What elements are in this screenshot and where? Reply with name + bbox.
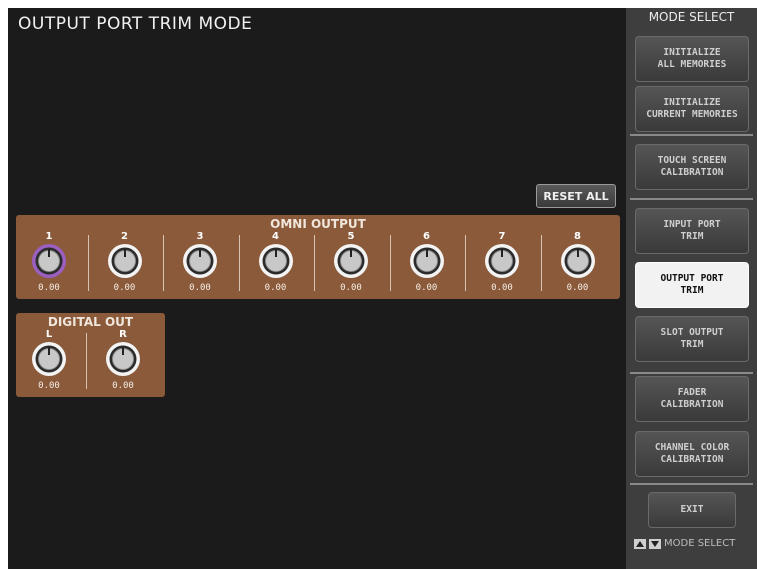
channel-number: 6: [423, 231, 430, 242]
channel-divider: [314, 235, 315, 291]
screen: OUTPUT PORT TRIM MODE RESET ALL OMNI OUT…: [8, 8, 757, 569]
mode-button-channel-color-calibration[interactable]: CHANNEL COLOR CALIBRATION: [635, 431, 749, 477]
omni-channel-4[interactable]: 4 0.00: [243, 231, 309, 297]
omni-channel-8[interactable]: 8 0.00: [545, 231, 611, 297]
channel-number: L: [45, 329, 53, 340]
trim-value: 0.00: [113, 283, 136, 293]
trim-knob-icon[interactable]: [107, 243, 143, 279]
omni-channel-3[interactable]: 3 0.00: [167, 231, 233, 297]
omni-output-panel: OMNI OUTPUT 1 0.00 2 0.00 3 0.00 4 0.00 5 0.00 6 0.…: [16, 215, 620, 299]
mode-button-fader-calibration[interactable]: FADER CALIBRATION: [635, 376, 749, 422]
sidebar-divider: [630, 372, 753, 374]
reset-all-button[interactable]: RESET ALL: [536, 184, 616, 208]
trim-knob-icon[interactable]: [484, 243, 520, 279]
channel-divider: [540, 235, 542, 291]
channel-number: 7: [498, 231, 506, 242]
trim-value: 0.00: [38, 283, 60, 293]
digital-channel-R[interactable]: R 0.00: [90, 329, 156, 395]
sidebar-divider: [630, 198, 753, 200]
mode-button-output-port-trim[interactable]: OUTPUT PORT TRIM: [635, 262, 749, 308]
page-title: OUTPUT PORT TRIM MODE: [18, 14, 253, 34]
omni-output-title: OMNI OUTPUT: [270, 217, 366, 231]
trim-knob-icon[interactable]: [31, 341, 67, 377]
arrow-down-icon[interactable]: [649, 538, 661, 549]
trim-value: 0.00: [112, 381, 134, 391]
trim-knob-icon[interactable]: [258, 243, 294, 279]
trim-value: 0.00: [340, 283, 362, 293]
trim-knob-icon[interactable]: [105, 341, 141, 377]
omni-channel-7[interactable]: 7 0.00: [469, 231, 535, 297]
mode-select-footer-label: MODE SELECT: [664, 538, 736, 549]
trim-knob-icon[interactable]: [333, 243, 369, 279]
channel-number: R: [119, 329, 127, 340]
mode-button-touch-screen-calibration[interactable]: TOUCH SCREEN CALIBRATION: [635, 144, 749, 190]
trim-value: 0.00: [566, 283, 589, 293]
channel-number: 8: [574, 231, 581, 242]
mode-button-input-port-trim[interactable]: INPUT PORT TRIM: [635, 208, 749, 254]
channel-number: 5: [347, 231, 355, 242]
omni-channel-5[interactable]: 5 0.00: [318, 231, 384, 297]
digital-channel-L[interactable]: L 0.00: [16, 329, 82, 395]
trim-value: 0.00: [189, 283, 211, 293]
trim-value: 0.00: [491, 283, 513, 293]
mode-button-initialize-current-memories[interactable]: INITIALIZE CURRENT MEMORIES: [635, 86, 749, 132]
sidebar-divider: [630, 134, 753, 136]
channel-number: 2: [121, 231, 128, 242]
channel-number: 4: [272, 231, 279, 242]
arrow-up-icon[interactable]: [634, 538, 646, 549]
channel-divider: [86, 333, 87, 389]
trim-value: 0.00: [415, 283, 438, 293]
channel-divider: [87, 235, 89, 291]
trim-knob-icon[interactable]: [31, 243, 67, 279]
mode-select-footer: MODE SELECT: [634, 538, 735, 549]
channel-divider: [465, 235, 466, 291]
mode-button-slot-output-trim[interactable]: SLOT OUTPUT TRIM: [635, 316, 749, 362]
omni-channel-1[interactable]: 1 0.00: [16, 231, 82, 297]
trim-value: 0.00: [38, 381, 60, 391]
channel-divider: [389, 235, 391, 291]
channel-number: 3: [196, 231, 204, 242]
trim-knob-icon[interactable]: [409, 243, 445, 279]
channel-divider: [163, 235, 164, 291]
digital-out-panel: DIGITAL OUT L 0.00 R 0.00: [16, 313, 165, 397]
trim-knob-icon[interactable]: [560, 243, 596, 279]
trim-value: 0.00: [264, 283, 287, 293]
channel-number: 1: [45, 231, 53, 242]
omni-channel-6[interactable]: 6 0.00: [394, 231, 460, 297]
sidebar-divider: [630, 483, 753, 485]
digital-out-title: DIGITAL OUT: [47, 315, 134, 329]
mode-select-title: MODE SELECT: [648, 10, 735, 24]
mode-select-sidebar: MODE SELECT INITIALIZE ALL MEMORIES INITI…: [626, 8, 757, 569]
mode-button-exit[interactable]: EXIT: [648, 492, 736, 528]
mode-button-initialize-all-memories[interactable]: INITIALIZE ALL MEMORIES: [635, 36, 749, 82]
trim-knob-icon[interactable]: [182, 243, 218, 279]
omni-channel-2[interactable]: 2 0.00: [92, 231, 158, 297]
channel-divider: [238, 235, 240, 291]
